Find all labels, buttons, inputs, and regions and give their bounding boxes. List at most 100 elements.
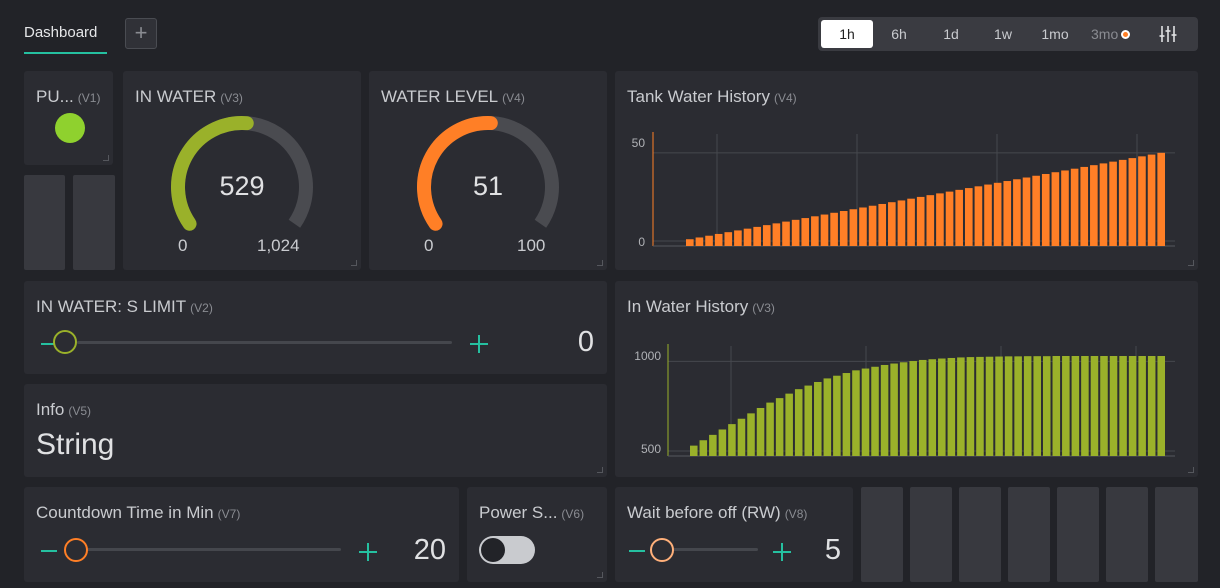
empty-slot — [73, 175, 115, 270]
pin-label: (V7) — [217, 507, 241, 521]
range-1mo[interactable]: 1mo — [1032, 20, 1078, 48]
resize-handle[interactable] — [351, 260, 357, 266]
chart-bar — [928, 359, 937, 456]
led-indicator — [55, 113, 85, 143]
slider-track[interactable] — [661, 548, 758, 551]
chart-bar — [772, 223, 781, 246]
chart-bar — [976, 356, 984, 456]
gauge-min: 0 — [424, 236, 434, 255]
chart-bar — [861, 368, 870, 456]
widget-title: Info (V5) — [36, 400, 91, 420]
chart-bar — [1138, 356, 1146, 456]
slider-track[interactable] — [76, 548, 341, 551]
chart-bar — [1128, 158, 1137, 246]
slider-knob[interactable] — [64, 538, 88, 562]
chart-bar — [811, 216, 819, 246]
empty-slot — [959, 487, 1001, 582]
slider-value: 0 — [577, 326, 594, 358]
resize-handle[interactable] — [1188, 260, 1194, 266]
range-3mo-label: 3mo — [1091, 26, 1119, 42]
range-1h[interactable]: 1h — [821, 20, 873, 48]
chart-bar — [842, 373, 851, 456]
resize-handle[interactable] — [597, 260, 603, 266]
slider-value: 5 — [824, 534, 841, 566]
chart-bar — [1147, 356, 1156, 456]
range-3mo[interactable]: 3mo — [1086, 20, 1132, 48]
countdown-slider-widget[interactable]: Countdown Time in Min (V7) 20 — [24, 487, 459, 582]
empty-slot — [24, 175, 65, 270]
pin-label: (V6) — [561, 507, 585, 521]
pin-label: (V8) — [784, 507, 808, 521]
resize-handle[interactable] — [1188, 467, 1194, 473]
slider-track[interactable] — [77, 341, 452, 344]
bar-chart — [667, 344, 1175, 457]
chart-bar — [1042, 356, 1051, 456]
chart-bar — [762, 225, 771, 246]
chart-bar — [804, 385, 813, 456]
gauge-max: 1,024 — [257, 236, 300, 255]
increment-button[interactable] — [359, 543, 377, 561]
pump-led-widget[interactable]: PU... (V1) — [24, 71, 113, 165]
wait-before-off-slider-widget[interactable]: Wait before off (RW) (V8) 5 — [615, 487, 853, 582]
chart-bar — [888, 202, 896, 246]
chart-bar — [794, 389, 803, 456]
add-tab-button[interactable]: + — [125, 18, 157, 49]
resize-handle[interactable] — [597, 467, 603, 473]
widget-title-text: Countdown Time in Min — [36, 503, 214, 522]
decrement-button[interactable] — [629, 550, 645, 552]
water-level-gauge-widget[interactable]: WATER LEVEL (V4) 51 0 100 — [369, 71, 607, 270]
chart-bar — [926, 195, 935, 246]
pin-label: (V2) — [190, 301, 213, 315]
chart-bar — [1157, 152, 1165, 246]
widget-title-text: Power S... — [479, 503, 558, 522]
chart-bar — [984, 184, 992, 246]
chart-bar — [1128, 356, 1137, 456]
tab-dashboard[interactable]: Dashboard — [24, 24, 97, 41]
chart-bar — [753, 226, 761, 246]
tank-history-chart-widget[interactable]: Tank Water History (V4) 50 0 — [615, 71, 1198, 270]
chart-bar — [859, 207, 867, 246]
decrement-button[interactable] — [41, 550, 57, 552]
widget-title: Countdown Time in Min (V7) — [36, 503, 240, 523]
chart-bar — [985, 356, 994, 456]
sliders-icon[interactable] — [1159, 25, 1177, 43]
chart-bar — [1090, 356, 1099, 456]
chart-bar — [1138, 156, 1146, 246]
chart-bar — [916, 196, 925, 246]
chart-bar — [766, 402, 774, 456]
resize-handle[interactable] — [103, 155, 109, 161]
range-1w[interactable]: 1w — [980, 20, 1026, 48]
chart-bar — [695, 237, 704, 246]
in-water-history-chart-widget[interactable]: In Water History (V3) 1000 500 — [615, 281, 1198, 477]
chart-bar — [1014, 356, 1022, 456]
widget-title: Power S... (V6) — [479, 503, 584, 523]
increment-button[interactable] — [470, 335, 488, 353]
slider-knob[interactable] — [53, 330, 77, 354]
chart-bar — [1070, 168, 1079, 246]
power-toggle[interactable] — [479, 536, 535, 564]
chart-bar — [699, 440, 708, 456]
empty-slot — [1106, 487, 1148, 582]
power-switch-widget[interactable]: Power S... (V6) — [467, 487, 607, 582]
range-6h[interactable]: 6h — [876, 20, 922, 48]
chart-bar — [747, 413, 755, 456]
widget-title-text: IN WATER: S LIMIT — [36, 297, 187, 316]
chart-bar — [1052, 356, 1061, 456]
in-water-gauge-widget[interactable]: IN WATER (V3) 529 0 1,024 — [123, 71, 361, 270]
empty-slot — [1155, 487, 1198, 582]
chart-bar — [705, 235, 713, 246]
chart-bar — [878, 203, 887, 246]
chart-bar — [1099, 163, 1108, 246]
slider-knob[interactable] — [650, 538, 674, 562]
info-label-widget[interactable]: Info (V5) String — [24, 384, 607, 477]
chart-bar — [852, 370, 860, 456]
s-limit-slider-widget[interactable]: IN WATER: S LIMIT (V2) 0 — [24, 281, 607, 374]
chart-bar — [880, 364, 889, 456]
chart-bar — [918, 359, 927, 456]
chart-bar — [974, 186, 983, 246]
range-1d[interactable]: 1d — [928, 20, 974, 48]
chart-bar — [955, 189, 963, 246]
resize-handle[interactable] — [597, 572, 603, 578]
chart-bar — [743, 228, 752, 246]
chart-bar — [734, 230, 742, 246]
